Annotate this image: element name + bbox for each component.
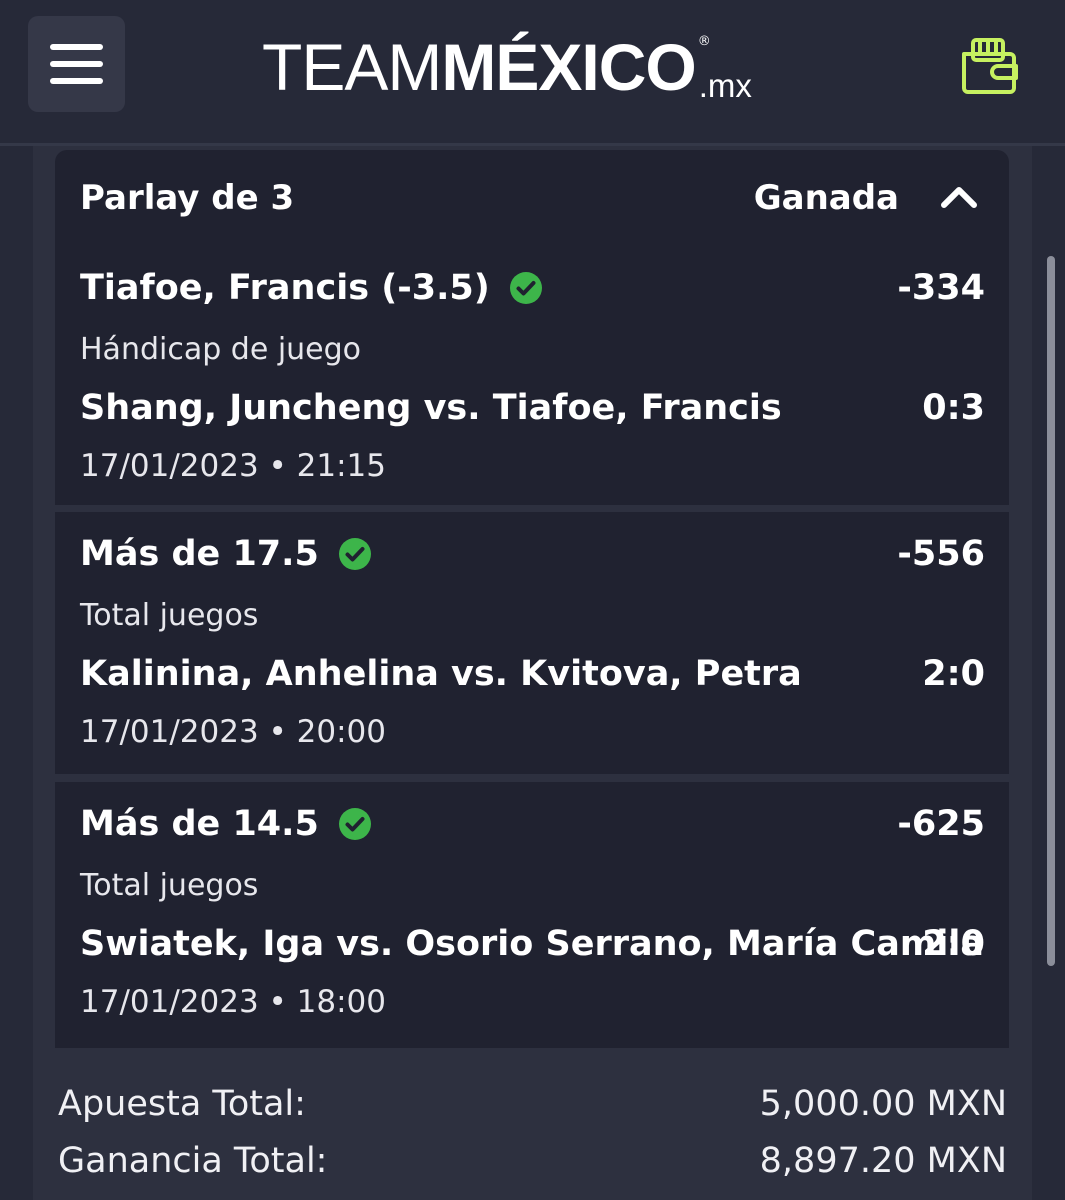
selection-pick: Más de 14.5 bbox=[80, 804, 371, 844]
selection-datetime: 17/01/2023 • 21:15 bbox=[80, 448, 387, 484]
selection-market: Total juegos bbox=[80, 868, 259, 903]
selection-score: 2:0 bbox=[922, 924, 985, 964]
selection-odds: -334 bbox=[897, 268, 985, 308]
logo-mexico-text: MÉXICO bbox=[441, 30, 696, 104]
total-payout-label: Ganancia Total: bbox=[58, 1141, 328, 1181]
brand-logo[interactable]: TEAM MÉXICO ® .mx bbox=[262, 30, 752, 104]
check-circle-icon bbox=[509, 272, 542, 304]
total-stake-value: 5,000.00 MXN bbox=[759, 1084, 1007, 1124]
check-circle-icon bbox=[338, 538, 371, 570]
selection-card: Más de 17.5 -556 Total juegos Kalinina, … bbox=[55, 512, 1009, 774]
selection-market: Hándicap de juego bbox=[80, 332, 362, 367]
bet-detail-panel: Parlay de 3 Ganada Tiafoe, Francis (-3.5… bbox=[33, 146, 1032, 1200]
menu-line bbox=[50, 44, 103, 50]
logo-team-text: TEAM bbox=[262, 30, 442, 104]
selection-datetime: 17/01/2023 • 20:00 bbox=[80, 714, 387, 750]
selection-card: Más de 14.5 -625 Total juegos Swiatek, I… bbox=[55, 782, 1009, 1048]
vertical-scrollbar[interactable] bbox=[1047, 256, 1055, 966]
wallet-icon[interactable] bbox=[958, 36, 1020, 94]
logo-registered-mark: ® bbox=[697, 34, 711, 49]
selection-pick: Más de 17.5 bbox=[80, 534, 371, 574]
chevron-up-icon[interactable] bbox=[939, 182, 979, 210]
selection-score: 0:3 bbox=[922, 388, 985, 428]
selection-pick-text: Tiafoe, Francis (-3.5) bbox=[80, 268, 490, 308]
menu-line bbox=[50, 61, 103, 67]
total-stake-label: Apuesta Total: bbox=[58, 1084, 306, 1124]
selection-pick-text: Más de 14.5 bbox=[80, 804, 319, 844]
parlay-title: Parlay de 3 bbox=[80, 178, 295, 218]
selection-score: 2:0 bbox=[922, 654, 985, 694]
selection-match: Shang, Juncheng vs. Tiafoe, Francis bbox=[80, 388, 782, 428]
selection-pick: Tiafoe, Francis (-3.5) bbox=[80, 268, 542, 308]
total-payout-value: 8,897.20 MXN bbox=[759, 1141, 1007, 1181]
selection-datetime: 17/01/2023 • 18:00 bbox=[80, 984, 387, 1020]
logo-mx-text: .mx bbox=[698, 67, 752, 104]
selection-card: Parlay de 3 Ganada Tiafoe, Francis (-3.5… bbox=[55, 150, 1009, 505]
selection-match: Swiatek, Iga vs. Osorio Serrano, María C… bbox=[80, 924, 984, 964]
selection-odds: -556 bbox=[897, 534, 985, 574]
selection-pick-text: Más de 17.5 bbox=[80, 534, 319, 574]
selection-odds: -625 bbox=[897, 804, 985, 844]
hamburger-menu-button[interactable] bbox=[28, 16, 125, 112]
app-header: TEAM MÉXICO ® .mx bbox=[0, 0, 1065, 146]
selection-match: Kalinina, Anhelina vs. Kvitova, Petra bbox=[80, 654, 802, 694]
menu-line bbox=[50, 78, 103, 84]
check-circle-icon bbox=[338, 808, 371, 840]
selection-market: Total juegos bbox=[80, 598, 259, 633]
parlay-status: Ganada bbox=[753, 178, 899, 218]
